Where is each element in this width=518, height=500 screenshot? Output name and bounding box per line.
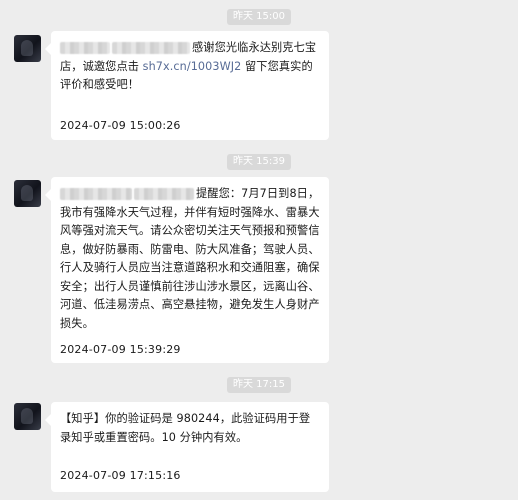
chat-history[interactable]: 昨天 15:00 感谢您光临永达别克七宝店，诚邀您点击 sh7x.cn/1003… [0,0,518,500]
time-separator: 昨天 15:39 [227,154,291,170]
redacted-sender [60,188,132,200]
time-separator: 昨天 17:15 [227,377,291,393]
message-bubble[interactable]: 提醒您：7月7日到8日，我市有强降水天气过程，并伴有短时强降水、雷暴大风等强对流… [45,177,329,363]
message-timestamp: 2024-07-09 15:39:29 [60,343,181,356]
sender-avatar[interactable] [14,180,41,207]
message-text-part: 提醒您：7月7日到8日，我市有强降水天气过程，并伴有短时强降水、雷暴大风等强对流… [60,187,320,330]
message-bubble[interactable]: 感谢您光临永达别克七宝店，诚邀您点击 sh7x.cn/1003WJ2 留下您真实… [45,31,329,140]
sender-avatar[interactable] [14,403,41,430]
redacted-sender [134,188,194,200]
redacted-sender [60,42,110,54]
message-bubble[interactable]: 【知乎】你的验证码是 980244，此验证码用于登录知乎或重置密码。10 分钟内… [45,402,329,492]
time-separator: 昨天 15:00 [227,9,291,25]
message-text: 提醒您：7月7日到8日，我市有强降水天气过程，并伴有短时强降水、雷暴大风等强对流… [60,185,320,333]
redacted-sender [112,42,190,54]
message-link[interactable]: sh7x.cn/1003WJ2 [143,60,242,73]
message-text: 【知乎】你的验证码是 980244，此验证码用于登录知乎或重置密码。10 分钟内… [60,412,311,444]
sender-avatar[interactable] [14,35,41,62]
message-text: 感谢您光临永达别克七宝店，诚邀您点击 sh7x.cn/1003WJ2 留下您真实… [60,39,320,95]
message-timestamp: 2024-07-09 17:15:16 [60,469,181,482]
message-timestamp: 2024-07-09 15:00:26 [60,119,181,132]
